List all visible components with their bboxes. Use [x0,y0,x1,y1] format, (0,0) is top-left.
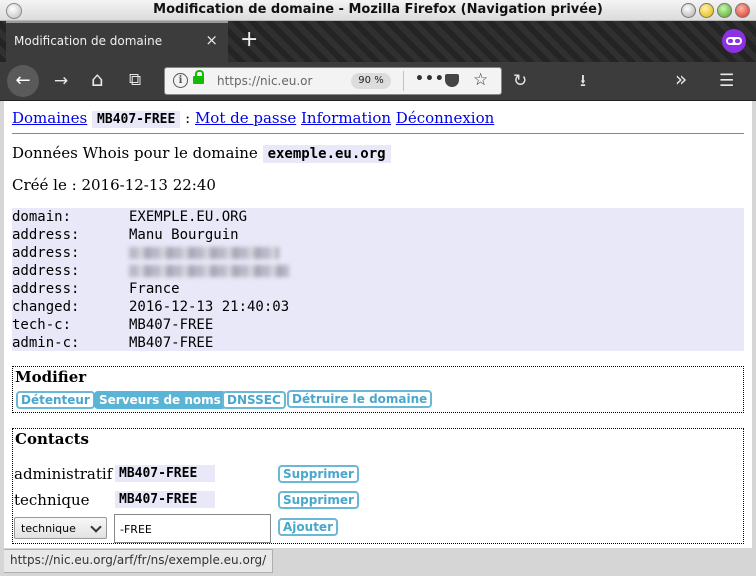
forward-button[interactable]: → [54,71,68,91]
whois-key: domain: [12,209,72,225]
whois-row: changed: 2016-12-13 21:40:03 [12,298,744,316]
tab-active[interactable]: Modification de domaine × [6,21,228,62]
whois-key: address: [12,245,80,261]
modifier-title: Modifier [15,368,87,386]
zoom-indicator[interactable]: 90 % [351,73,391,89]
whois-value: France [129,281,180,297]
whois-row: address: Manu Bourguin [12,226,744,244]
status-bar: https://nic.eu.org/arf/fr/ns/exemple.eu.… [4,549,274,573]
created-label: Créé le : [12,176,77,194]
created-value: 2016-12-13 22:40 [81,176,216,194]
whois-value: 2016-12-13 21:40:03 [129,299,290,315]
bookmark-star-icon[interactable]: ☆ [473,70,488,90]
whois-key: tech-c: [12,317,72,333]
tab-label: Modification de domaine [14,34,163,48]
new-tab-button[interactable]: + [240,27,258,52]
title-bar: Modification de domaine - Mozilla Firefo… [0,0,756,21]
supprimer-admin-button[interactable]: Supprimer [278,465,359,483]
whois-value: MB407-FREE [129,317,214,333]
nav-separator: : [185,109,191,127]
window-controls [681,3,750,18]
contact-type-select[interactable]: technique [14,517,107,539]
contact-label-admin: administratif [14,465,113,483]
reload-button[interactable]: ↻ [513,71,527,91]
whois-value: Manu Bourguin [129,227,239,243]
supprimer-tech-button[interactable]: Supprimer [278,491,359,509]
chevron-down-icon [90,521,102,533]
hamburger-menu-icon[interactable]: ☰ [719,71,734,91]
contact-handle-admin: MB407-FREE [115,465,215,482]
whois-intro: Données Whois pour le domaine [12,144,258,162]
link-information[interactable]: Information [301,109,391,127]
modifier-section: Modifier Détenteur Serveurs de noms DNSS… [12,366,744,413]
serveurs-de-noms-button[interactable]: Serveurs de noms [94,391,226,409]
url-separator [403,71,404,91]
link-deconnexion[interactable]: Déconnexion [396,109,494,127]
whois-row: tech-c: MB407-FREE [12,316,744,334]
whois-record: domain: EXEMPLE.EU.ORG address: Manu Bourg… [12,208,744,351]
whois-value: MB407-FREE [129,335,214,351]
close-window-button[interactable] [735,3,750,18]
whois-key: admin-c: [12,335,80,351]
whois-row: address: [12,244,744,262]
whois-value: EXEMPLE.EU.ORG [129,209,248,225]
minimize-button[interactable] [699,3,714,18]
redacted-address [129,265,289,277]
whois-key: address: [12,281,80,297]
whois-domain: exemple.eu.org [262,145,391,163]
contacts-section: Contacts administratif MB407-FREE Suppri… [12,428,744,544]
whois-row: domain: EXEMPLE.EU.ORG [12,208,744,226]
window-title: Modification de domaine - Mozilla Firefo… [153,2,603,17]
contact-label-tech: technique [14,491,90,509]
home-button[interactable]: ⌂ [91,69,104,89]
link-mot-de-passe[interactable]: Mot de passe [195,109,296,127]
page-content: Domaines MB407-FREE : Mot de passe Infor… [4,101,752,548]
pocket-icon[interactable] [445,74,459,87]
dnssec-button[interactable]: DNSSEC [222,391,286,409]
user-handle: MB407-FREE [92,111,181,128]
whois-key: changed: [12,299,80,315]
top-navigation: Domaines MB407-FREE : Mot de passe Infor… [12,109,494,128]
private-browsing-icon [722,29,746,53]
url-text[interactable]: https://nic.eu.org [217,74,313,88]
ajouter-button[interactable]: Ajouter [278,518,338,536]
detruire-domaine-button[interactable]: Détruire le domaine [287,390,433,408]
tab-strip: Modification de domaine × + [0,21,756,62]
url-bar[interactable]: i https://nic.eu.org 90 % ••• ☆ [164,67,502,95]
whois-heading: Données Whois pour le domaine exemple.eu… [12,144,391,163]
sidebar-add-icon[interactable]: ⧉ [129,70,141,90]
navigation-toolbar: ← → ⌂ ⧉ i https://nic.eu.org 90 % ••• ☆ … [0,62,756,101]
whois-row: address: France [12,280,744,298]
contact-handle-input[interactable]: -FREE [114,514,271,543]
contact-handle-tech: MB407-FREE [115,491,215,508]
contacts-title: Contacts [15,430,90,448]
lock-icon[interactable] [193,70,204,84]
close-icon[interactable]: × [205,31,218,49]
contact-type-value: technique [21,522,76,535]
created-line: Créé le : 2016-12-13 22:40 [12,176,216,194]
overflow-button[interactable]: » [675,69,687,89]
detenteur-button[interactable]: Détenteur [16,391,95,409]
maximize-button[interactable] [717,3,732,18]
info-icon[interactable]: i [173,73,188,88]
whois-key: address: [12,227,80,243]
redacted-address [129,247,279,259]
whois-row: address: [12,262,744,280]
divider [12,133,744,134]
back-button[interactable]: ← [7,65,39,97]
download-button[interactable]: ⭳ [580,71,586,91]
whois-row: admin-c: MB407-FREE [12,334,744,352]
link-domaines[interactable]: Domaines [12,109,87,127]
page-actions-icon[interactable]: ••• [415,71,445,87]
shade-button[interactable] [681,3,696,18]
whois-key: address: [12,263,80,279]
